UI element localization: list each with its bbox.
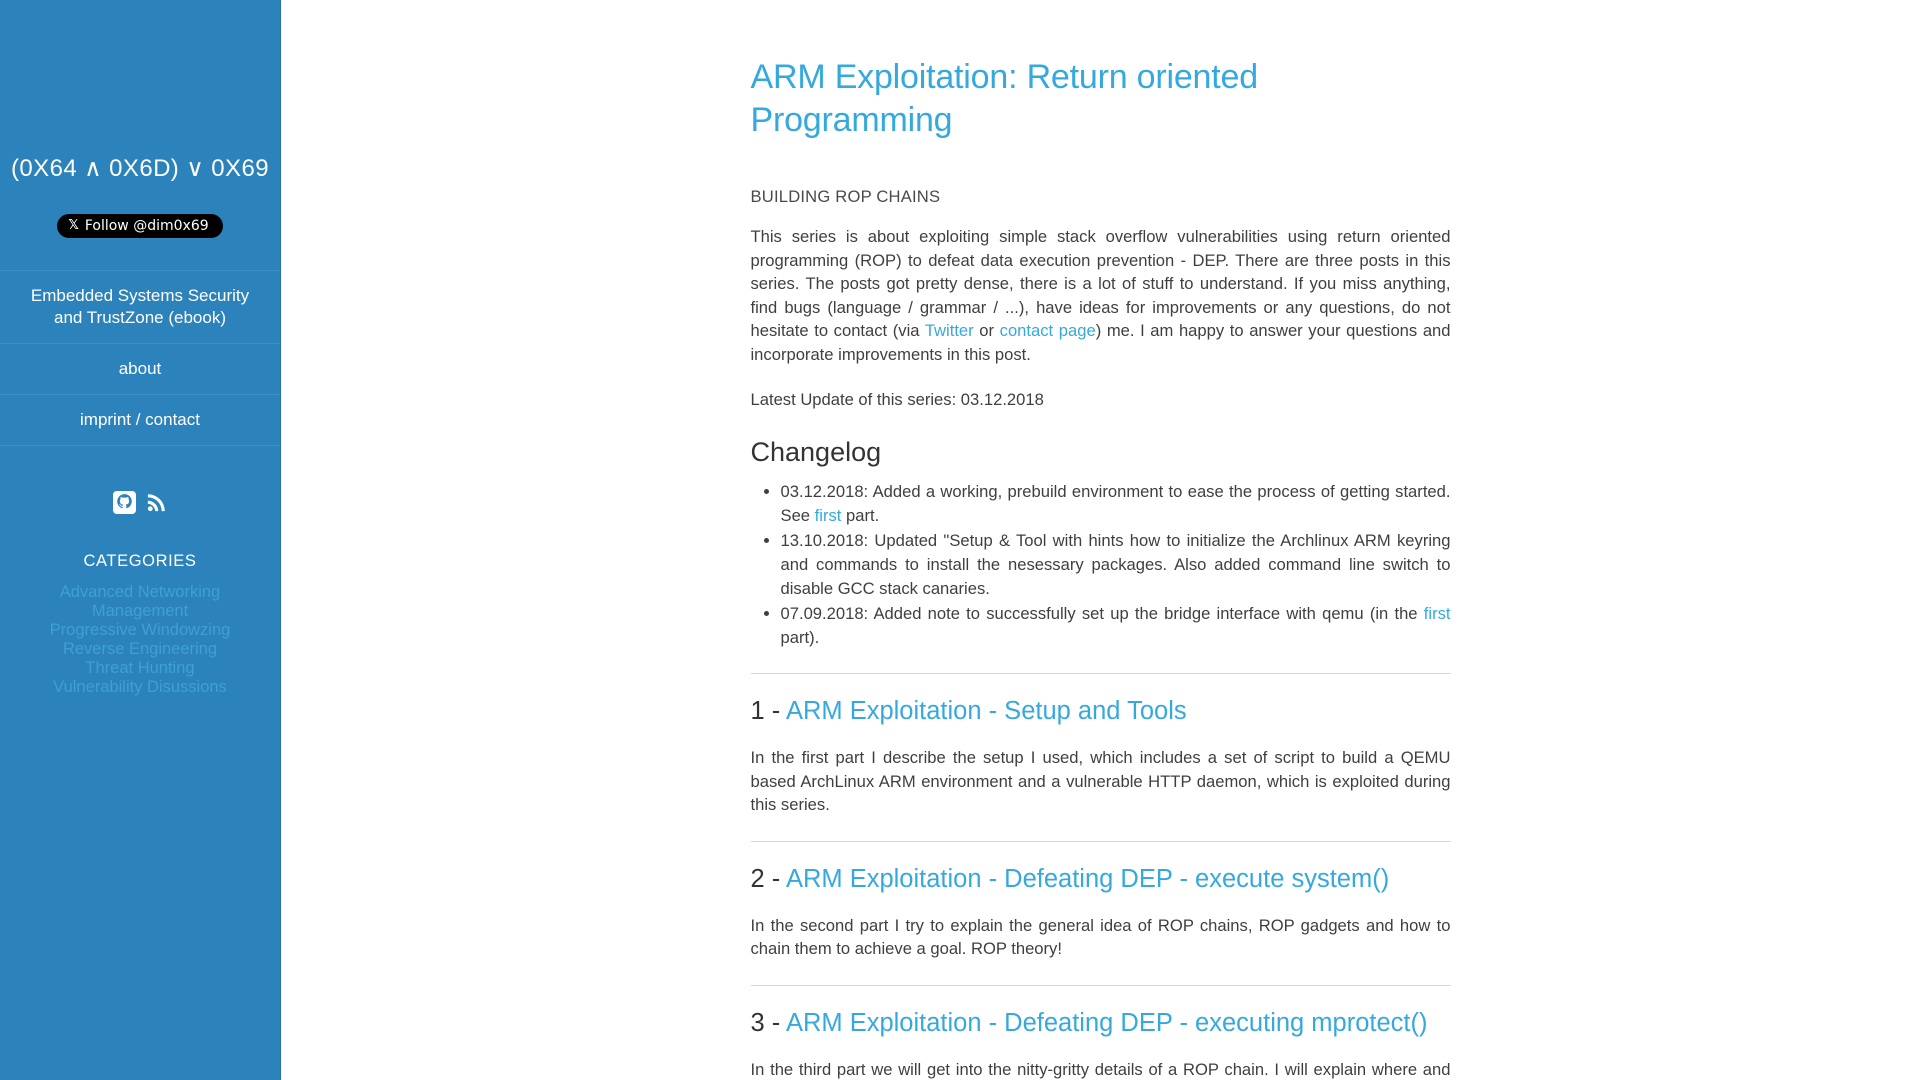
changelog-item: 03.12.2018: Added a working, prebuild en… [781,480,1451,527]
first-part-link[interactable]: first [815,506,842,525]
rss-icon[interactable] [145,491,168,514]
part-body-1: In the first part I describe the setup I… [750,748,1451,815]
changelog-item: 13.10.2018: Updated "Setup & Tool with h… [781,529,1451,600]
page-root: (0X64 ∧ 0X6D) ∨ 0X69 𝕏 Follow @dim0x69 E… [0,0,1920,1080]
category-item-reverse-engineering[interactable]: Reverse Engineering [10,640,270,659]
changelog-text-after: part). [780,627,820,647]
divider [750,984,1451,986]
changelog-text-before: 07.09.2018: Added note to successfully s… [780,604,1424,624]
sidebar-item-ebook[interactable]: Embedded Systems Security and TrustZone … [0,269,280,343]
main-content-area: ARM Exploitation: Return oriented Progra… [281,0,1920,1080]
category-item-advanced-networking-management[interactable]: Advanced Networking Management [10,583,270,621]
category-item-vulnerability-disussions[interactable]: Vulnerability Disussions [10,678,270,697]
sidebar: (0X64 ∧ 0X6D) ∨ 0X69 𝕏 Follow @dim0x69 E… [0,0,281,1080]
part-heading-2: 2 - ARM Exploitation - Defeating DEP - e… [751,864,1451,896]
categories-list: Advanced Networking Management Progressi… [0,583,280,697]
changelog-item: 07.09.2018: Added note to successfully s… [781,602,1451,649]
part-heading-1: 1 - ARM Exploitation - Setup and Tools [751,696,1451,728]
changelog-list: 03.12.2018: Added a working, prebuild en… [751,480,1451,649]
follow-button-wrap: 𝕏 Follow @dim0x69 [0,213,280,238]
divider [750,840,1451,842]
intro-paragraph: This series is about exploiting simple s… [751,225,1451,366]
sidebar-nav: Embedded Systems Security and TrustZone … [0,269,280,447]
divider [750,673,1451,675]
categories-title: CATEGORIES [83,552,197,571]
part-number: 2 - [750,864,786,893]
part-number: 3 - [750,1008,786,1037]
first-part-link[interactable]: first [1424,604,1451,623]
part-number: 1 - [750,697,786,726]
page-title[interactable]: ARM Exploitation: Return oriented Progra… [751,56,1451,141]
part-body-2: In the second part I try to explain the … [750,915,1451,959]
changelog-heading: Changelog [750,436,882,467]
changelog-text-before: 03.12.2018: Added a working, prebuild en… [780,482,1451,525]
category-item-progressive-windowzing[interactable]: Progressive Windowzing [10,621,270,640]
twitter-follow-button[interactable]: 𝕏 Follow @dim0x69 [57,213,223,238]
site-brand-title: (0X64 ∧ 0X6D) ∨ 0X69 [11,155,269,182]
latest-update-text: Latest Update of this series: 03.12.2018 [750,390,1044,410]
category-item-threat-hunting[interactable]: Threat Hunting [10,659,270,678]
social-links [0,491,280,515]
github-icon[interactable] [112,491,136,515]
changelog-text-after: part. [841,505,880,525]
x-twitter-icon: 𝕏 [68,218,79,234]
sidebar-item-imprint-contact[interactable]: imprint / contact [0,394,280,447]
sidebar-item-about[interactable]: about [0,342,280,394]
part-link-setup-and-tools[interactable]: ARM Exploitation - Setup and Tools [786,697,1187,725]
part-heading-3: 3 - ARM Exploitation - Defeating DEP - e… [751,1008,1451,1040]
intro-text-2: or [973,321,1000,341]
part-body-3: In the third part we will get into the n… [750,1059,1451,1079]
part-link-execute-system[interactable]: ARM Exploitation - Defeating DEP - execu… [786,865,1389,893]
part-link-executing-mprotect[interactable]: ARM Exploitation - Defeating DEP - execu… [786,1009,1428,1037]
changelog-text-before: 13.10.2018: Updated "Setup & Tool with h… [780,531,1451,598]
section-kicker-building-rop-chains: BUILDING ROP CHAINS [750,187,941,206]
twitter-link[interactable]: Twitter [925,321,974,340]
article: ARM Exploitation: Return oriented Progra… [750,0,1451,1080]
contact-page-link[interactable]: contact page [1000,321,1096,340]
twitter-follow-label: Follow @dim0x69 [84,217,209,234]
